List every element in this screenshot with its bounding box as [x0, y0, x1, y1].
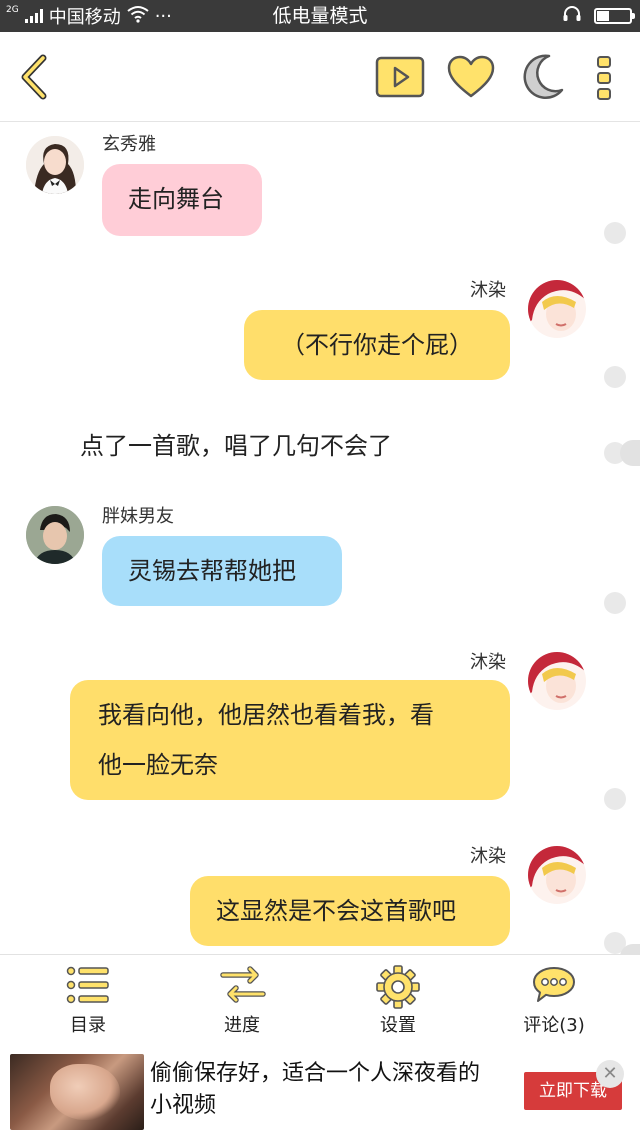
message-line: 我看向他，他居然也看着我，看: [98, 701, 434, 729]
comment-icon: [533, 967, 575, 1002]
message-bubble[interactable]: 灵锡去帮帮她把: [102, 536, 342, 606]
night-mode-button[interactable]: [518, 52, 566, 102]
more-button[interactable]: [590, 52, 618, 104]
ad-thumbnail[interactable]: [10, 1054, 144, 1130]
nav-comments[interactable]: 评论(3): [474, 955, 634, 1047]
nav-label: 目录: [70, 1015, 106, 1036]
like-button[interactable]: [446, 54, 496, 100]
moon-icon: [523, 54, 564, 99]
status-right: [562, 0, 635, 32]
chat-area[interactable]: 玄秀雅 走向舞台 沐染 （不行你走个屁） 点了一首歌，唱了几句不会了 胖妹男友 …: [0, 122, 640, 954]
more-vertical-icon: [597, 56, 611, 100]
paragraph-comment-dot[interactable]: [604, 788, 626, 810]
ad-text[interactable]: 偷偷保存好，适合一个人深夜看的小视频: [150, 1058, 500, 1122]
nav-progress[interactable]: 进度: [162, 955, 322, 1047]
nav-label: 进度: [224, 1015, 260, 1036]
swap-arrows-icon: [220, 966, 266, 1003]
gear-icon: [376, 965, 420, 1009]
narration-text: 点了一首歌，唱了几句不会了: [80, 432, 392, 460]
heart-icon: [447, 55, 495, 98]
headset-icon: [562, 5, 582, 27]
speaker-name: 沐染: [470, 652, 506, 673]
message-bubble[interactable]: 我看向他，他居然也看着我，看 他一脸无奈: [70, 680, 510, 800]
message-bubble[interactable]: （不行你走个屁）: [244, 310, 510, 380]
side-drawer-handle[interactable]: [620, 440, 640, 466]
speaker-name: 沐染: [470, 846, 506, 867]
nav-catalog[interactable]: 目录: [8, 955, 168, 1047]
speaker-name: 沐染: [470, 280, 506, 301]
back-button[interactable]: [12, 50, 56, 104]
avatar-muran[interactable]: [528, 280, 586, 338]
low-power-mode-label: 低电量模式: [272, 5, 368, 27]
paragraph-comment-dot[interactable]: [604, 366, 626, 388]
close-icon[interactable]: ✕: [596, 1060, 624, 1088]
ad-banner[interactable]: 偷偷保存好，适合一个人深夜看的小视频 立即下载 ✕: [0, 1046, 640, 1138]
nav-settings[interactable]: 设置: [318, 955, 478, 1047]
status-bar: 2G 中国移动 ··· 低电量模式: [0, 0, 640, 32]
nav-label: 设置: [380, 1015, 416, 1036]
avatar-pangmei-boyfriend[interactable]: [26, 506, 84, 564]
battery-icon: [594, 8, 635, 24]
paragraph-comment-dot[interactable]: [604, 222, 626, 244]
play-icon: [375, 56, 425, 98]
speaker-name: 玄秀雅: [102, 134, 156, 155]
avatar-muran[interactable]: [528, 846, 586, 904]
nav-label: 评论(3): [523, 1015, 585, 1036]
play-button[interactable]: [374, 54, 426, 100]
avatar-xuanxiuya[interactable]: [26, 136, 84, 194]
speaker-name: 胖妹男友: [102, 506, 174, 527]
avatar-muran[interactable]: [528, 652, 586, 710]
message-bubble[interactable]: 走向舞台: [102, 164, 262, 236]
reader-toolbar: [0, 32, 640, 122]
message-line: 他一脸无奈: [98, 751, 218, 779]
chevron-left-icon: [21, 54, 47, 100]
paragraph-comment-dot[interactable]: [604, 592, 626, 614]
message-bubble[interactable]: 这显然是不会这首歌吧: [190, 876, 510, 946]
bottom-nav: 目录 进度 设置 评论(3): [0, 954, 640, 1046]
list-icon: [66, 966, 109, 1004]
